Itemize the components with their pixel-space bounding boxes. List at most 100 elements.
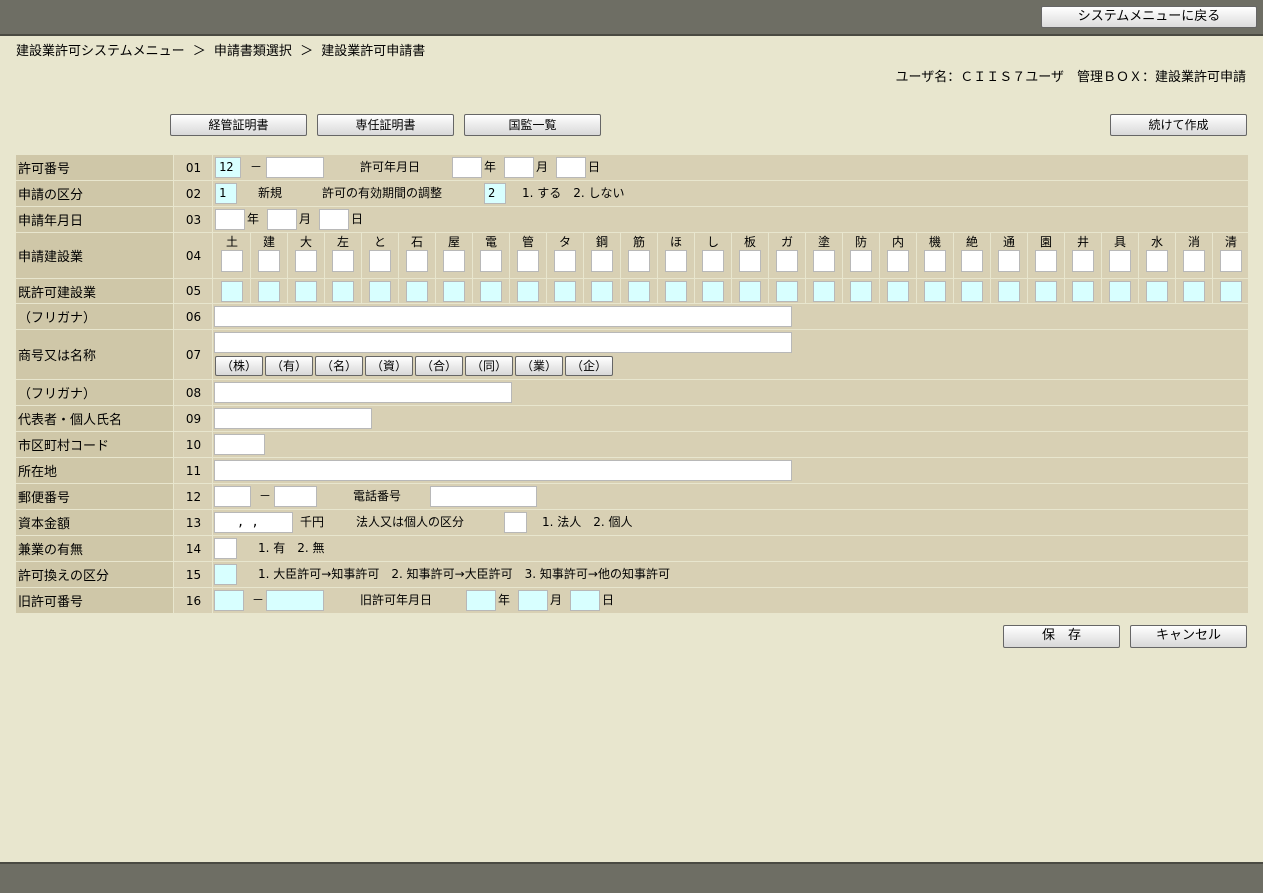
entity-type-input[interactable] xyxy=(504,512,527,533)
corp-type-button[interactable]: （合） xyxy=(415,356,463,376)
corp-type-button[interactable]: （株） xyxy=(215,356,263,376)
representative-name-input[interactable] xyxy=(214,408,372,429)
existing-gyoshu-input[interactable] xyxy=(813,281,835,302)
gyoshu-input[interactable] xyxy=(776,250,798,272)
gyoshu-input[interactable] xyxy=(221,250,243,272)
gyoshu-input[interactable] xyxy=(295,250,317,272)
corp-type-button[interactable]: （資） xyxy=(365,356,413,376)
gyoshu-input[interactable] xyxy=(1220,250,1242,272)
capital-input[interactable]: , , xyxy=(214,512,293,533)
permit-year-input[interactable] xyxy=(452,157,482,178)
trade-name-input[interactable] xyxy=(214,332,792,353)
gyoshu-input[interactable] xyxy=(887,250,909,272)
gyoshu-input[interactable] xyxy=(369,250,391,272)
old-permit-day-input[interactable] xyxy=(570,590,600,611)
existing-gyoshu-input[interactable] xyxy=(295,281,317,302)
gyoshu-input[interactable] xyxy=(850,250,872,272)
save-button[interactable]: 保 存 xyxy=(1003,625,1120,648)
existing-gyoshu-input[interactable] xyxy=(1183,281,1205,302)
old-permit-prefix-input[interactable] xyxy=(214,590,244,611)
application-month-input[interactable] xyxy=(267,209,297,230)
breadcrumb-item[interactable]: 申請書類選択 xyxy=(214,44,292,59)
gyoshu-input[interactable] xyxy=(628,250,650,272)
representative-furigana-input[interactable] xyxy=(214,382,512,403)
permit-month-input[interactable] xyxy=(504,157,534,178)
keikan-cert-button[interactable]: 経管証明書 xyxy=(170,114,307,136)
existing-gyoshu-input[interactable] xyxy=(887,281,909,302)
system-menu-button[interactable]: システムメニューに戻る xyxy=(1041,6,1257,28)
gyoshu-input[interactable] xyxy=(332,250,354,272)
existing-gyoshu-input[interactable] xyxy=(221,281,243,302)
postal-code-2-input[interactable] xyxy=(274,486,317,507)
existing-gyoshu-input[interactable] xyxy=(665,281,687,302)
existing-gyoshu-input[interactable] xyxy=(961,281,983,302)
gyoshu-input[interactable] xyxy=(406,250,428,272)
old-permit-month-input[interactable] xyxy=(518,590,548,611)
existing-gyoshu-input[interactable] xyxy=(1220,281,1242,302)
permit-change-input[interactable] xyxy=(214,564,237,585)
existing-gyoshu-input[interactable] xyxy=(628,281,650,302)
gyoshu-input[interactable] xyxy=(517,250,539,272)
gyoshu-input[interactable] xyxy=(998,250,1020,272)
gyoshu-input[interactable] xyxy=(1146,250,1168,272)
gyoshu-input[interactable] xyxy=(480,250,502,272)
existing-gyoshu-input[interactable] xyxy=(1146,281,1168,302)
old-permit-year-input[interactable] xyxy=(466,590,496,611)
city-code-input[interactable] xyxy=(214,434,265,455)
existing-gyoshu-input[interactable] xyxy=(332,281,354,302)
existing-gyoshu-input[interactable] xyxy=(776,281,798,302)
period-adjust-input[interactable]: 2 xyxy=(484,183,506,204)
corp-type-button[interactable]: （企） xyxy=(565,356,613,376)
existing-gyoshu-input[interactable] xyxy=(998,281,1020,302)
gyoshu-input[interactable] xyxy=(554,250,576,272)
gyoshu-input[interactable] xyxy=(702,250,724,272)
gyoshu-input[interactable] xyxy=(813,250,835,272)
gyoshu-input[interactable] xyxy=(1183,250,1205,272)
existing-gyoshu-input[interactable] xyxy=(1072,281,1094,302)
gyoshu-input[interactable] xyxy=(591,250,613,272)
gyoshu-input[interactable] xyxy=(924,250,946,272)
corp-type-button[interactable]: （業） xyxy=(515,356,563,376)
gyoshu-input[interactable] xyxy=(443,250,465,272)
application-year-input[interactable] xyxy=(215,209,245,230)
gyoshu-input[interactable] xyxy=(961,250,983,272)
kokkan-list-button[interactable]: 国監一覧 xyxy=(464,114,601,136)
old-permit-number-input[interactable] xyxy=(266,590,324,611)
corp-type-button[interactable]: （同） xyxy=(465,356,513,376)
gyoshu-input[interactable] xyxy=(1072,250,1094,272)
existing-gyoshu-input[interactable] xyxy=(739,281,761,302)
existing-gyoshu-input[interactable] xyxy=(258,281,280,302)
corp-type-button[interactable]: （有） xyxy=(265,356,313,376)
existing-gyoshu-input[interactable] xyxy=(850,281,872,302)
postal-code-1-input[interactable] xyxy=(214,486,251,507)
corp-type-button[interactable]: （名） xyxy=(315,356,363,376)
existing-gyoshu-input[interactable] xyxy=(554,281,576,302)
address-input[interactable] xyxy=(214,460,792,481)
permit-number-prefix-input[interactable]: 12 xyxy=(215,157,241,178)
gyoshu-input[interactable] xyxy=(1035,250,1057,272)
application-type-input[interactable]: 1 xyxy=(215,183,237,204)
permit-day-input[interactable] xyxy=(556,157,586,178)
existing-gyoshu-input[interactable] xyxy=(1035,281,1057,302)
gyoshu-input[interactable] xyxy=(739,250,761,272)
existing-gyoshu-input[interactable] xyxy=(924,281,946,302)
side-business-input[interactable] xyxy=(214,538,237,559)
gyoshu-input[interactable] xyxy=(1109,250,1131,272)
phone-input[interactable] xyxy=(430,486,537,507)
trade-name-furigana-input[interactable] xyxy=(214,306,792,327)
sennin-cert-button[interactable]: 専任証明書 xyxy=(317,114,454,136)
continue-create-button[interactable]: 続けて作成 xyxy=(1110,114,1247,136)
existing-gyoshu-input[interactable] xyxy=(406,281,428,302)
existing-gyoshu-input[interactable] xyxy=(369,281,391,302)
breadcrumb-item[interactable]: 建設業許可システムメニュー xyxy=(16,44,185,59)
existing-gyoshu-input[interactable] xyxy=(517,281,539,302)
existing-gyoshu-input[interactable] xyxy=(702,281,724,302)
existing-gyoshu-input[interactable] xyxy=(480,281,502,302)
existing-gyoshu-input[interactable] xyxy=(591,281,613,302)
cancel-button[interactable]: キャンセル xyxy=(1130,625,1247,648)
existing-gyoshu-input[interactable] xyxy=(443,281,465,302)
gyoshu-input[interactable] xyxy=(258,250,280,272)
application-day-input[interactable] xyxy=(319,209,349,230)
permit-number-input[interactable] xyxy=(266,157,324,178)
existing-gyoshu-input[interactable] xyxy=(1109,281,1131,302)
